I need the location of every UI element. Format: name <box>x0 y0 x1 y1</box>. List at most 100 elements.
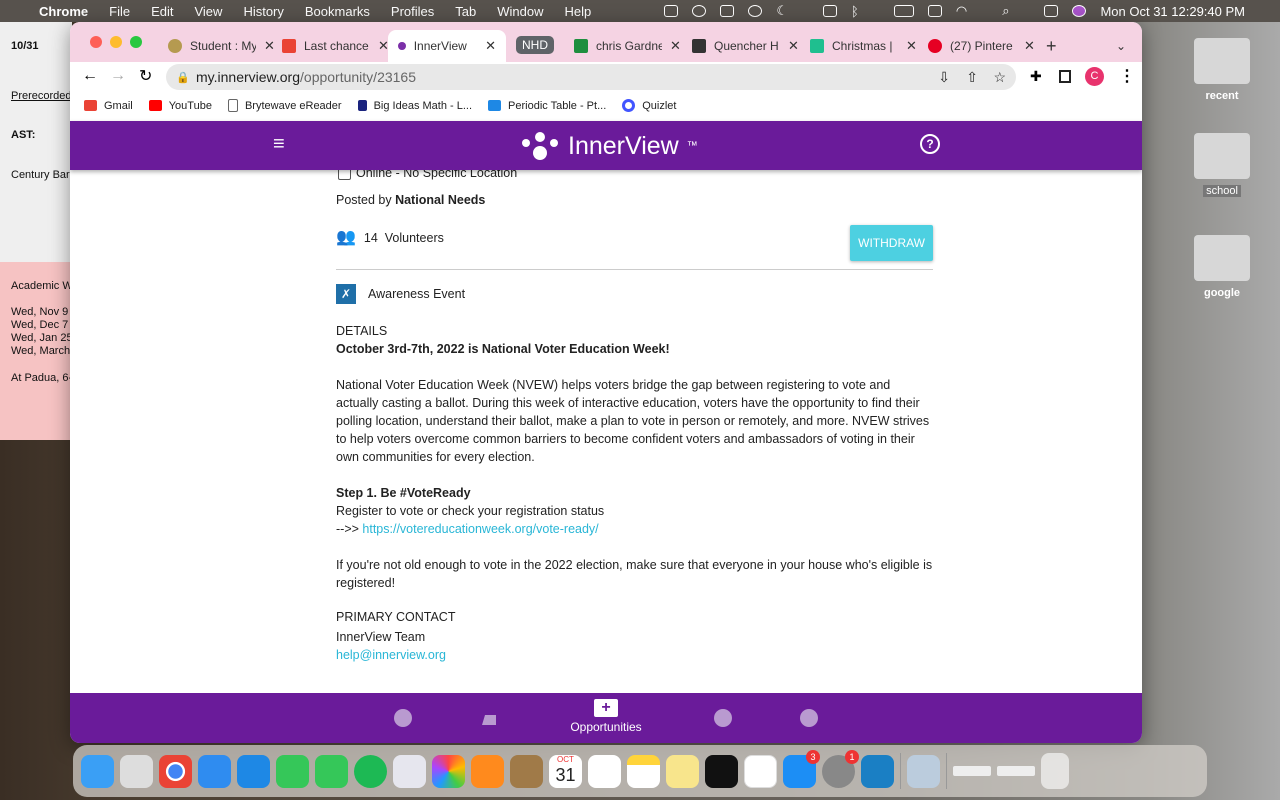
desktop-folder-recent[interactable]: recent <box>1190 38 1254 102</box>
trash-icon[interactable] <box>1041 753 1069 789</box>
preview-icon[interactable] <box>907 754 940 788</box>
close-tab-icon[interactable]: ✕ <box>1024 38 1035 54</box>
tab-christmas[interactable]: Christmas | ✕ <box>800 30 927 62</box>
contact-email-link[interactable]: help@innerview.org <box>336 648 446 662</box>
bookmark-periodic-table[interactable]: Periodic Table - Pt... <box>488 100 606 112</box>
mail-icon[interactable] <box>237 754 270 788</box>
globe-icon[interactable] <box>714 709 732 727</box>
install-icon[interactable]: ⇩ <box>938 69 950 86</box>
poster-name[interactable]: National Needs <box>395 193 485 207</box>
messages-icon[interactable] <box>315 754 348 788</box>
tab-gmail[interactable]: Last chance ✕ <box>272 30 399 62</box>
fingerprint-icon[interactable] <box>394 709 412 727</box>
safari-icon[interactable] <box>198 754 231 788</box>
bookmark-big-ideas[interactable]: Big Ideas Math - L... <box>357 100 472 112</box>
profile-avatar[interactable]: C <box>1085 66 1104 86</box>
zoom-window-button[interactable] <box>130 36 142 48</box>
tab-student[interactable]: Student : My ✕ <box>158 30 285 62</box>
drive-icon[interactable] <box>720 5 735 17</box>
address-bar[interactable]: 🔒 my.innerview.org/opportunity/23165 ⇩ ⇧… <box>166 64 1016 90</box>
close-tab-icon[interactable]: ✕ <box>906 38 917 54</box>
close-window-button[interactable] <box>90 36 102 48</box>
menu-history[interactable]: History <box>243 4 283 19</box>
minimized-window[interactable] <box>997 766 1035 776</box>
menu-help[interactable]: Help <box>565 4 592 19</box>
tab-label: Quencher H <box>714 39 779 53</box>
screen-mirror-icon[interactable] <box>927 5 942 17</box>
withdraw-button[interactable]: WITHDRAW <box>850 225 933 261</box>
calendar-icon[interactable]: OCT 31 <box>549 754 582 788</box>
extensions-icon[interactable]: ✚ <box>1030 68 1042 85</box>
app-store-icon[interactable]: 3 <box>783 749 820 788</box>
books-icon[interactable] <box>471 754 504 788</box>
status-icon[interactable] <box>664 5 679 17</box>
tab-group-nhd[interactable]: NHD <box>516 36 554 54</box>
menu-app-name[interactable]: Chrome <box>39 4 88 19</box>
maps-icon[interactable] <box>393 754 426 788</box>
tab-quencher[interactable]: Quencher H ✕ <box>682 30 809 62</box>
menu-profiles[interactable]: Profiles <box>391 4 434 19</box>
help-icon[interactable]: ? <box>920 134 940 154</box>
bookmark-gmail[interactable]: Gmail <box>84 100 133 112</box>
wifi-icon[interactable]: ◠ <box>956 3 967 19</box>
apple-tv-icon[interactable] <box>705 754 738 788</box>
system-preferences-icon[interactable]: 1 <box>822 749 859 788</box>
chrome-icon[interactable] <box>159 754 192 788</box>
menu-tab[interactable]: Tab <box>455 4 476 19</box>
minimized-window[interactable] <box>953 766 991 776</box>
moon-icon[interactable]: ☾ <box>776 3 788 19</box>
close-tab-icon[interactable]: ✕ <box>788 38 799 54</box>
creative-cloud-icon[interactable] <box>692 5 707 17</box>
share-icon[interactable]: ⇧ <box>966 69 978 86</box>
display-icon[interactable] <box>823 5 838 17</box>
facetime-icon[interactable] <box>276 754 309 788</box>
launchpad-icon[interactable] <box>120 754 153 788</box>
spotify-icon[interactable] <box>354 754 387 788</box>
bookmark-quizlet[interactable]: Quizlet <box>622 99 677 112</box>
reminders-icon[interactable] <box>588 754 621 788</box>
bar-chart-icon[interactable] <box>482 711 496 725</box>
control-center-icon[interactable] <box>1044 5 1059 17</box>
play-icon[interactable] <box>748 5 763 17</box>
vote-ready-link[interactable]: https://votereducationweek.org/vote-read… <box>362 522 598 536</box>
news-icon[interactable] <box>744 754 777 788</box>
star-icon[interactable]: ☆ <box>993 69 1006 86</box>
menu-file[interactable]: File <box>109 4 130 19</box>
reload-icon[interactable]: ↻ <box>139 66 152 86</box>
menu-view[interactable]: View <box>194 4 222 19</box>
menu-window[interactable]: Window <box>497 4 543 19</box>
forward-icon[interactable]: → <box>110 67 126 85</box>
photos-icon[interactable] <box>432 754 465 788</box>
hamburger-menu-icon[interactable]: ≡ <box>273 133 285 156</box>
desktop-folder-school[interactable]: school <box>1190 133 1254 197</box>
back-icon[interactable]: ← <box>82 67 98 85</box>
desktop-folder-google[interactable]: google <box>1190 235 1254 299</box>
notes-icon[interactable] <box>627 754 660 788</box>
menu-edit[interactable]: Edit <box>151 4 173 19</box>
contacts-icon[interactable] <box>510 754 543 788</box>
tab-pinterest[interactable]: (27) Pintere ✕ <box>918 30 1045 62</box>
battery-icon[interactable] <box>893 5 914 17</box>
finder-icon[interactable] <box>81 754 114 788</box>
parallels-icon[interactable] <box>861 754 894 788</box>
bookmark-youtube[interactable]: YouTube <box>148 100 212 112</box>
new-tab-button[interactable]: + <box>1036 30 1067 62</box>
close-tab-icon[interactable]: ✕ <box>485 38 496 54</box>
tab-strip: Student : My ✕ Last chance ✕ InnerView ✕ NH… <box>70 22 1142 62</box>
menu-bookmarks[interactable]: Bookmarks <box>305 4 370 19</box>
tab-innerview[interactable]: InnerView ✕ <box>388 30 506 62</box>
clock[interactable]: Mon Oct 31 12:29:40 PM <box>1100 4 1245 19</box>
side-panel-icon[interactable] <box>1059 69 1071 83</box>
bookmark-brytewave[interactable]: Brytewave eReader <box>227 99 342 112</box>
minimize-window-button[interactable] <box>110 36 122 48</box>
tab-chris[interactable]: chris Gardne ✕ <box>564 30 691 62</box>
close-tab-icon[interactable]: ✕ <box>670 38 681 54</box>
siri-icon[interactable] <box>1072 5 1087 17</box>
tab-search-chevron-icon[interactable]: ⌄ <box>1106 30 1136 62</box>
star-badge-icon[interactable] <box>800 709 818 727</box>
search-icon[interactable]: ⌕ <box>1002 3 1009 19</box>
stickies-icon[interactable] <box>666 754 699 788</box>
nav-opportunities[interactable]: + Opportunities <box>566 699 646 734</box>
menu-kebab-icon[interactable]: ⋮ <box>1119 66 1135 86</box>
bluetooth-icon[interactable]: ᛒ <box>851 4 859 19</box>
